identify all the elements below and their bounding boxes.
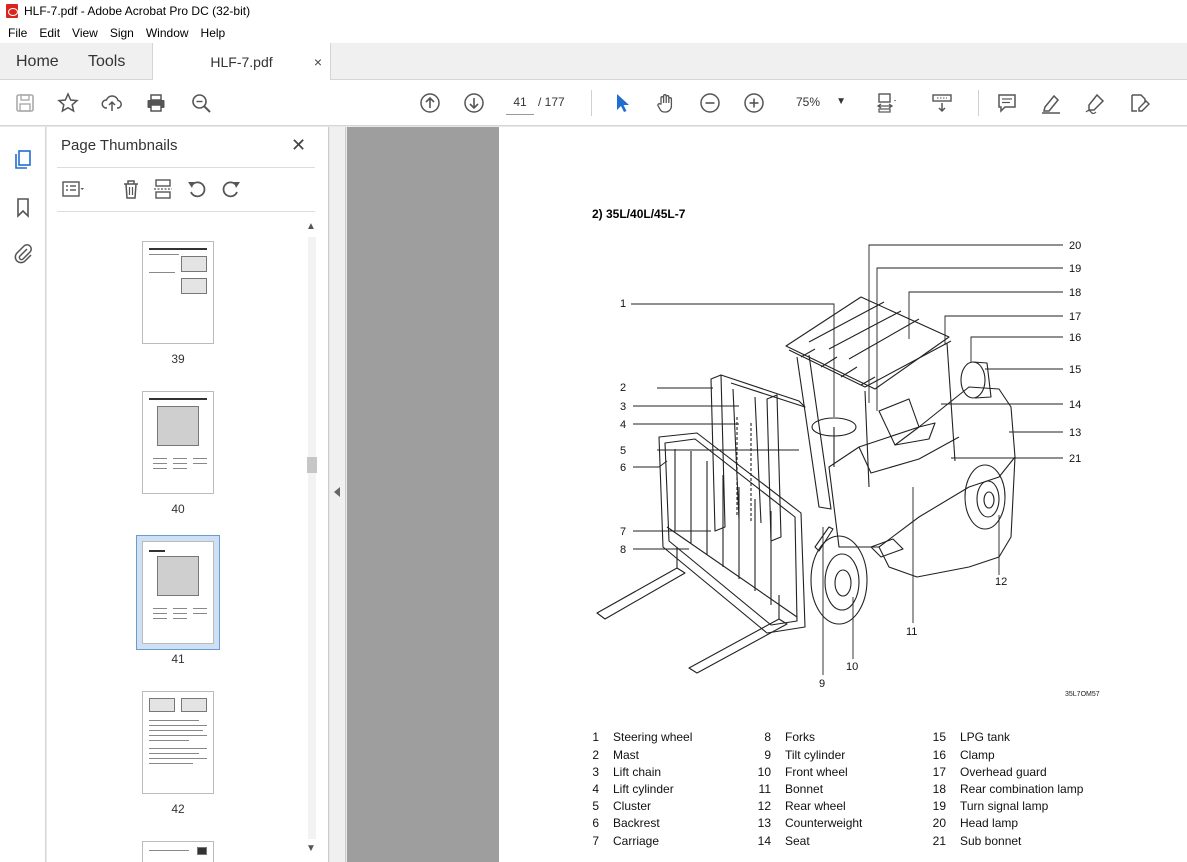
menu-help[interactable]: Help [195, 26, 232, 40]
figure-reference: 35L7OM57 [1065, 691, 1100, 698]
callout-4: 4 [620, 419, 626, 431]
callout-20: 20 [1069, 240, 1081, 252]
callout-7: 7 [620, 526, 626, 538]
thumbnail-page-number: 41 [171, 652, 185, 666]
callout-1: 1 [620, 298, 626, 310]
tab-document[interactable]: HLF-7.pdf × [152, 43, 331, 81]
thumbnail-scrollbar[interactable]: ▲ ▼ [305, 219, 319, 859]
page-thumbnails-icon[interactable] [9, 145, 37, 173]
scroll-mode-icon[interactable] [929, 90, 955, 116]
zoom-search-icon[interactable] [188, 90, 214, 116]
toolbar-divider [591, 90, 592, 116]
close-tab-icon[interactable]: × [314, 54, 322, 70]
callout-6: 6 [620, 462, 626, 474]
forklift-diagram: 1 2 3 4 5 6 7 8 9 10 11 12 13 14 15 16 1… [596, 240, 1081, 690]
thumbnail-page[interactable] [142, 841, 214, 862]
scroll-down-icon[interactable]: ▼ [306, 843, 316, 854]
callout-21: 21 [1069, 453, 1081, 465]
callout-3: 3 [620, 401, 626, 413]
menu-window[interactable]: Window [140, 26, 195, 40]
previous-page-icon[interactable] [417, 90, 443, 116]
panel-splitter[interactable] [330, 127, 346, 862]
scrollbar-thumb[interactable] [307, 457, 317, 473]
thumbnail-page-selected[interactable] [142, 541, 214, 644]
hand-tool-icon[interactable] [653, 90, 679, 116]
callout-19: 19 [1069, 263, 1081, 275]
toolbar-divider [978, 90, 979, 116]
title-bar: HLF-7.pdf - Adobe Acrobat Pro DC (32-bit… [0, 0, 1187, 22]
fit-page-icon[interactable] [873, 90, 899, 116]
upload-cloud-icon[interactable] [99, 90, 125, 116]
bookmarks-icon[interactable] [9, 193, 37, 221]
chevron-down-icon: ▼ [836, 96, 846, 107]
panel-title: Page Thumbnails [61, 137, 178, 154]
callout-10: 10 [846, 661, 858, 673]
menu-file[interactable]: File [2, 26, 33, 40]
callout-16: 16 [1069, 332, 1081, 344]
tab-home[interactable]: Home [16, 43, 59, 80]
pdf-page: 2) 35L/40L/45L-7 1 2 3 4 5 6 7 8 9 10 11… [499, 127, 1187, 862]
thumbnail-page[interactable] [142, 241, 214, 344]
bookmark-star-icon[interactable] [55, 90, 81, 116]
zoom-out-icon[interactable] [697, 90, 723, 116]
scroll-up-icon[interactable]: ▲ [306, 221, 316, 232]
thumbnail-page-number: 40 [171, 502, 185, 516]
delete-page-icon[interactable] [119, 177, 143, 201]
menu-bar: File Edit View Sign Window Help [0, 22, 1187, 43]
extract-pages-icon[interactable] [151, 177, 175, 201]
page-thumbnails-panel: Page Thumbnails ✕ 39 40 41 42 ▲ ▼ [47, 127, 329, 862]
callout-11: 11 [906, 626, 917, 638]
callout-8: 8 [620, 544, 626, 556]
thumbnail-page[interactable] [142, 391, 214, 494]
rotate-counterclockwise-icon[interactable] [185, 177, 209, 201]
callout-13: 13 [1069, 427, 1081, 439]
callout-12: 12 [995, 576, 1007, 588]
rotate-clockwise-icon[interactable] [219, 177, 243, 201]
panel-divider [57, 211, 315, 212]
attachments-icon[interactable] [9, 239, 37, 267]
main-toolbar: 41 / 177 75% ▼ [0, 80, 1187, 126]
menu-view[interactable]: View [66, 26, 104, 40]
document-viewport[interactable]: 2) 35L/40L/45L-7 1 2 3 4 5 6 7 8 9 10 11… [347, 127, 1187, 862]
tab-document-label: HLF-7.pdf [210, 54, 273, 70]
thumbnail-page-number: 42 [171, 802, 185, 816]
left-navigation-rail [0, 127, 46, 862]
tab-bar: Home Tools HLF-7.pdf × [0, 43, 1187, 81]
scrollbar-track[interactable] [308, 237, 316, 839]
callout-5: 5 [620, 445, 626, 457]
sign-pen-icon[interactable] [1082, 90, 1108, 116]
highlight-pen-icon[interactable] [1038, 90, 1064, 116]
zoom-level-value: 75% [796, 95, 821, 109]
tab-tools[interactable]: Tools [88, 43, 125, 80]
callout-17: 17 [1069, 311, 1081, 323]
pdf-file-icon [6, 4, 18, 18]
window-title: HLF-7.pdf - Adobe Acrobat Pro DC (32-bit… [24, 4, 251, 18]
zoom-level-select[interactable]: 75% ▼ [786, 91, 852, 115]
menu-sign[interactable]: Sign [104, 26, 140, 40]
comment-icon[interactable] [994, 90, 1020, 116]
callout-9: 9 [819, 678, 825, 690]
callout-14: 14 [1069, 399, 1081, 411]
save-icon[interactable] [12, 90, 38, 116]
edit-pdf-icon[interactable] [1126, 90, 1152, 116]
next-page-icon[interactable] [461, 90, 487, 116]
print-icon[interactable] [143, 90, 169, 116]
callout-2: 2 [620, 382, 626, 394]
callout-18: 18 [1069, 287, 1081, 299]
collapse-panel-icon[interactable] [334, 487, 340, 497]
thumbnail-page[interactable] [142, 691, 214, 794]
page-number-input[interactable]: 41 [506, 91, 534, 115]
zoom-in-icon[interactable] [741, 90, 767, 116]
menu-edit[interactable]: Edit [33, 26, 66, 40]
callout-15: 15 [1069, 364, 1081, 376]
page-total: / 177 [538, 95, 565, 109]
select-cursor-icon[interactable] [609, 90, 635, 116]
thumbnail-options-icon[interactable] [61, 177, 85, 201]
panel-divider [57, 167, 315, 168]
close-panel-icon[interactable]: ✕ [291, 135, 306, 156]
thumbnail-page-number: 39 [171, 352, 185, 366]
